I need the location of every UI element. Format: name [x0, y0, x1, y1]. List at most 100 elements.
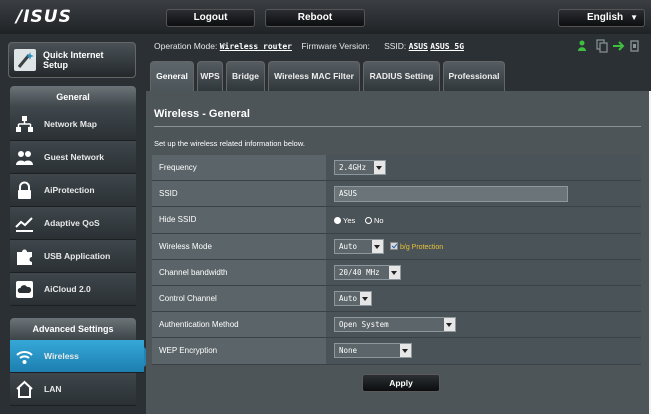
language-select[interactable]: English ▼: [558, 9, 645, 27]
sidebar-item-label: Network Map: [44, 119, 97, 129]
wireless-mode-value: Auto: [339, 241, 358, 251]
general-section-title: General: [10, 86, 136, 108]
apply-button[interactable]: Apply: [362, 374, 440, 392]
ssid-label: SSID:: [384, 41, 407, 51]
advanced-section-title: Advanced Settings: [10, 318, 136, 340]
settings-table: Frequency 2.4GHz SSID ASUS Hide SSID Yes…: [152, 155, 641, 365]
chevron-down-icon: [400, 344, 411, 358]
guest-network-icon: [16, 151, 33, 165]
sidebar-item-label: AiCloud 2.0: [44, 284, 91, 294]
advanced-menu: Wireless LAN: [10, 340, 154, 406]
home-icon: [16, 380, 33, 398]
channel-bandwidth-value: 20/40 MHz: [339, 267, 380, 277]
no-label: No: [374, 216, 384, 226]
checkbox-checked-icon: [390, 241, 398, 250]
control-channel-row: Control Channel Auto: [152, 285, 641, 313]
tab-wireless-mac-filter[interactable]: Wireless MAC Filter: [268, 61, 360, 91]
page-description: Set up the wireless related information …: [154, 139, 305, 148]
quick-internet-setup-button[interactable]: Quick Internet Setup: [8, 42, 136, 78]
op-mode-link[interactable]: Wireless router: [220, 42, 292, 51]
usb-icon[interactable]: [613, 41, 625, 51]
auth-method-value: Open System: [339, 320, 389, 330]
tab-radius-setting[interactable]: RADIUS Setting: [363, 61, 440, 91]
sidebar-item-aicloud[interactable]: AiCloud 2.0: [10, 273, 136, 306]
wep-value: None: [339, 346, 358, 356]
auth-method-row: Authentication Method Open System: [152, 312, 641, 339]
hide-ssid-no-radio[interactable]: No: [365, 216, 384, 225]
puzzle-icon: [17, 249, 32, 265]
chevron-down-icon: [360, 291, 371, 305]
clients-icon[interactable]: [578, 40, 586, 52]
title-divider: [154, 126, 641, 127]
chevron-down-icon: ▼: [630, 13, 638, 22]
wep-select[interactable]: None: [334, 343, 412, 359]
tab-bridge[interactable]: Bridge: [226, 61, 265, 91]
network-map-icon: [16, 116, 33, 132]
tab-wps[interactable]: WPS: [197, 61, 223, 91]
wireless-mode-label: Wireless Mode: [152, 233, 326, 259]
tab-professional[interactable]: Professional: [443, 61, 505, 91]
tab-general[interactable]: General: [150, 61, 194, 91]
sidebar-item-label: AiProtection: [44, 185, 95, 195]
wireless-mode-select[interactable]: Auto: [334, 238, 384, 254]
sidebar: Quick Internet Setup General Network Map…: [0, 34, 154, 414]
control-channel-select[interactable]: Auto: [334, 290, 372, 306]
hide-ssid-label: Hide SSID: [152, 207, 326, 233]
bg-protection-label: b/g Protection: [400, 243, 444, 251]
lock-icon: [18, 181, 31, 199]
bg-protection-checkbox[interactable]: b/g Protection: [390, 241, 444, 251]
logout-button[interactable]: Logout: [166, 9, 255, 27]
sidebar-item-guest-network[interactable]: Guest Network: [10, 141, 136, 174]
qos-icon: [15, 217, 33, 232]
device-icon[interactable]: [630, 40, 639, 52]
top-bar: /ISUS Logout Reboot English ▼: [0, 0, 651, 34]
channel-bandwidth-select[interactable]: 20/40 MHz: [334, 264, 401, 280]
cloud-icon: [16, 281, 33, 298]
sidebar-item-label: USB Application: [44, 251, 111, 261]
wifi-icon: [16, 351, 33, 364]
frequency-value: 2.4GHz: [339, 163, 367, 172]
status-icons: [578, 39, 639, 53]
hide-ssid-yes-radio[interactable]: Yes: [334, 216, 355, 225]
asus-logo: /ISUS: [16, 7, 72, 27]
reboot-button[interactable]: Reboot: [265, 9, 365, 27]
page-title: Wireless - General: [154, 108, 250, 120]
ssid-row: SSID ASUS: [152, 181, 641, 208]
copy-icon[interactable]: [596, 39, 608, 53]
sidebar-item-adaptive-qos[interactable]: Adaptive QoS: [10, 207, 136, 240]
ssid-link-1[interactable]: ASUS: [409, 42, 428, 51]
wep-label: WEP Encryption: [152, 338, 326, 364]
auth-method-select[interactable]: Open System: [334, 317, 456, 333]
ssid-input[interactable]: ASUS: [334, 186, 568, 203]
op-mode-label: Operation Mode:: [154, 41, 218, 51]
frequency-select[interactable]: 2.4GHz: [334, 160, 386, 175]
yes-label: Yes: [343, 216, 356, 226]
radio-unselected-icon: [365, 217, 372, 225]
channel-bandwidth-row: Channel bandwidth 20/40 MHz: [152, 259, 641, 286]
chevron-down-icon: [389, 265, 400, 279]
sidebar-item-label: LAN: [44, 384, 62, 394]
qis-label: Quick Internet Setup: [43, 50, 104, 70]
sidebar-item-wireless[interactable]: Wireless: [10, 340, 154, 373]
sidebar-item-lan[interactable]: LAN: [10, 373, 136, 406]
status-text: Operation Mode: Wireless router Firmware…: [154, 41, 464, 51]
auth-method-label: Authentication Method: [152, 312, 326, 338]
wep-row: WEP Encryption None: [152, 338, 641, 365]
sidebar-item-network-map[interactable]: Network Map: [10, 108, 136, 141]
frequency-label: Frequency: [152, 155, 326, 181]
chevron-down-icon: [372, 239, 383, 253]
sidebar-item-label: Wireless: [44, 351, 79, 361]
sidebar-item-aiprotection[interactable]: AiProtection: [10, 174, 136, 207]
channel-bandwidth-label: Channel bandwidth: [152, 259, 326, 285]
ssid-label: SSID: [152, 181, 326, 207]
ssid-link-2[interactable]: ASUS_5G: [430, 42, 464, 51]
wireless-mode-row: Wireless Mode Auto b/g Protection: [152, 233, 641, 260]
radio-selected-icon: [334, 217, 341, 225]
language-label: English: [587, 12, 624, 23]
firmware-label: Firmware Version:: [301, 41, 370, 51]
tab-bar: General WPS Bridge Wireless MAC Filter R…: [146, 58, 651, 91]
status-bar: Operation Mode: Wireless router Firmware…: [146, 34, 651, 58]
chevron-down-icon: [374, 161, 385, 174]
sidebar-item-usb-application[interactable]: USB Application: [10, 240, 136, 273]
hide-ssid-row: Hide SSID Yes No: [152, 207, 641, 234]
